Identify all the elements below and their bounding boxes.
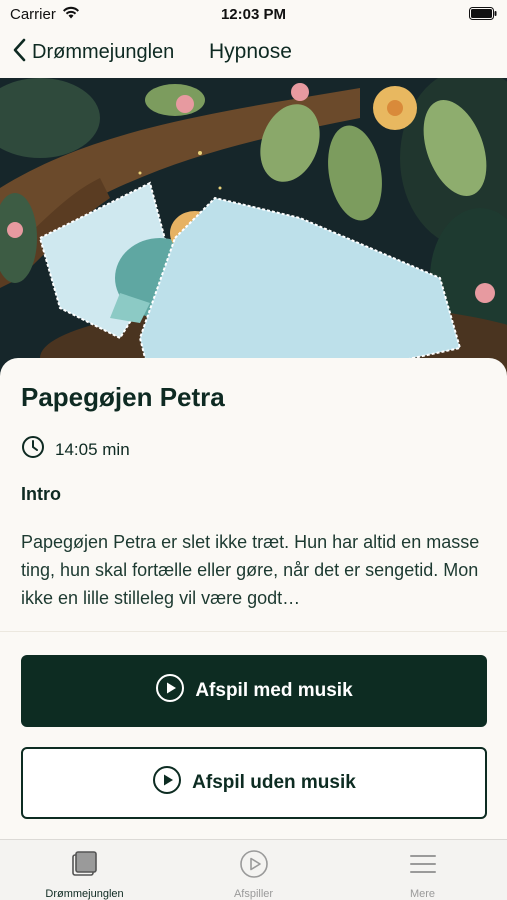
clock-icon bbox=[21, 435, 45, 464]
play-with-music-label: Afspil med musik bbox=[195, 680, 353, 701]
story-title: Papegøjen Petra bbox=[21, 382, 225, 412]
story-details: Papegøjen Petra 14:05 min Intro Papegøje… bbox=[0, 358, 507, 643]
tab-label: Mere bbox=[409, 888, 436, 900]
play-without-music-button[interactable]: Afspil uden musik bbox=[21, 747, 487, 819]
status-time: 12:03 PM bbox=[220, 6, 287, 23]
tab-mere[interactable]: Mere bbox=[338, 840, 507, 900]
tab-label: Drømmejunglen bbox=[45, 888, 124, 900]
story-description: Papegøjen Petra er slet ikke træt. Hun h… bbox=[21, 532, 480, 608]
hero-illustration bbox=[0, 78, 507, 378]
play-with-music-button[interactable]: Afspil med musik bbox=[21, 655, 487, 727]
play-without-music-label: Afspil uden musik bbox=[192, 772, 356, 793]
duration-label: 14:05 min bbox=[55, 439, 130, 459]
chevron-left-icon bbox=[12, 38, 26, 67]
back-button-label: Drømmejunglen bbox=[32, 41, 175, 63]
play-circle-icon bbox=[152, 765, 182, 801]
status-bar: Carrier 12:03 PM bbox=[0, 0, 507, 28]
back-button[interactable]: Drømmejunglen bbox=[12, 38, 174, 67]
library-icon bbox=[70, 849, 100, 884]
play-circle-icon bbox=[155, 673, 185, 709]
page-title: Hypnose bbox=[209, 40, 292, 63]
menu-icon bbox=[408, 849, 438, 884]
battery-icon bbox=[469, 7, 497, 24]
tab-afspiller[interactable]: Afspiller bbox=[169, 840, 338, 900]
section-heading: Intro bbox=[21, 484, 61, 504]
tab-drommejunglen[interactable]: Drømmejunglen bbox=[0, 840, 169, 900]
navigation-bar: Drømmejunglen Hypnose bbox=[0, 30, 507, 74]
tab-label: Afspiller bbox=[233, 888, 274, 900]
tab-bar: Drømmejunglen Afspiller Mere bbox=[0, 839, 507, 900]
play-circle-icon bbox=[239, 849, 269, 884]
duration-row: 14:05 min bbox=[21, 435, 130, 464]
divider bbox=[0, 631, 507, 632]
